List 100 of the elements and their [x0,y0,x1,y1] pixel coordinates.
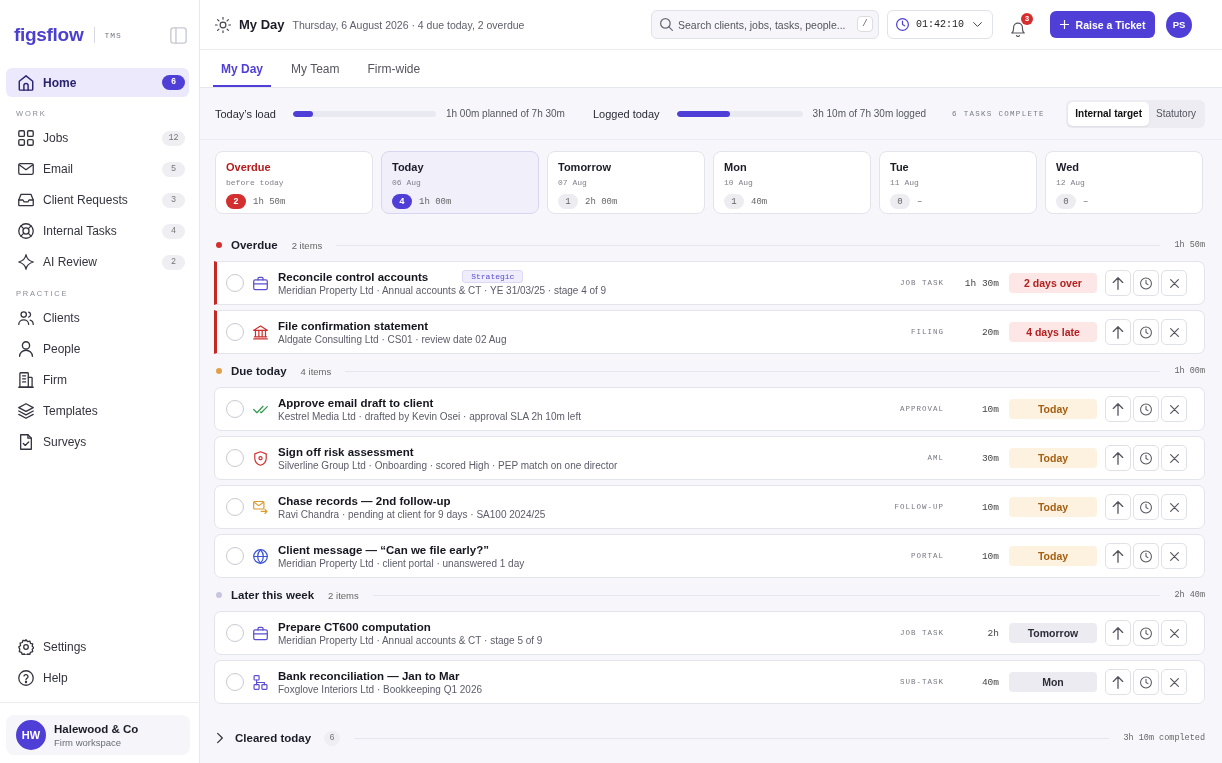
count-badge: 12 [162,130,185,146]
day-title: Overdue [226,161,271,173]
clock-button[interactable] [1133,494,1159,520]
close-button[interactable] [1161,543,1187,569]
arrow-up-button[interactable] [1105,494,1131,520]
task-duration: 10m [980,501,999,513]
nav-item[interactable]: Surveys [6,427,189,457]
arrow-up-button[interactable] [1105,620,1131,646]
tab[interactable]: My Day [213,50,272,87]
close-button[interactable] [1161,270,1187,296]
nav-item[interactable]: Internal Tasks 4 [6,216,189,246]
close-button[interactable] [1161,620,1187,646]
nav-item[interactable]: Settings [6,632,189,662]
day-card[interactable]: Tomorrow 07 Aug 1 2h 00m [547,151,705,214]
settings-icon [18,639,34,655]
nav-item[interactable]: Email 5 [6,154,189,184]
count-badge: 6 [162,75,185,90]
nav-item[interactable]: Help [6,663,189,693]
arrow-up-icon [1112,549,1124,563]
count-badge: 6 [324,730,341,746]
due-status-badge: Today [1009,546,1097,566]
building-icon [18,372,34,388]
target-option[interactable]: Internal target [1068,101,1149,126]
envelope-icon [18,161,34,177]
briefcase-icon [253,275,268,291]
sun-icon [215,16,231,33]
meter-label: Today’s load [215,107,276,120]
raise-ticket-button[interactable]: Raise a Ticket [1050,11,1155,38]
due-status-badge: 4 days late [1009,322,1097,342]
day-title: Wed [1056,161,1080,173]
section-total: 2h 40m [1174,590,1205,600]
clock-icon [1140,325,1152,339]
section-total: 1h 50m [1174,240,1205,250]
clock-icon [1140,402,1152,416]
nav-item[interactable]: Home 6 [6,68,189,97]
arrow-up-icon [1112,325,1124,339]
panel-icon [170,26,187,44]
nav-item[interactable]: Client Requests 3 [6,185,189,215]
nav-item[interactable]: Clients [6,303,189,333]
task-count-badge: 2 [226,194,246,209]
nav-item[interactable]: Jobs 12 [6,123,189,153]
arrow-up-button[interactable] [1105,669,1131,695]
timer-dropdown[interactable]: 01:42:10 [887,10,993,39]
clock-button[interactable] [1133,620,1159,646]
clock-button[interactable] [1133,319,1159,345]
logo-wordmark: figsflow [14,24,84,46]
arrow-up-button[interactable] [1105,396,1131,422]
clock-button[interactable] [1133,396,1159,422]
target-option[interactable]: Statutory [1148,101,1203,126]
day-duration: 1h 00m [419,196,452,207]
meter-reading: 1h 00m planned of 7h 30m [445,108,565,119]
day-card[interactable]: Today 06 Aug 4 1h 00m [381,151,539,214]
day-card[interactable]: Wed 12 Aug 0 – [1045,151,1203,214]
close-icon [1169,278,1179,288]
clock-button[interactable] [1133,669,1159,695]
clock-button[interactable] [1133,543,1159,569]
clock-button[interactable] [1133,445,1159,471]
document-check-icon [18,434,34,450]
product-label: TMS [104,30,122,40]
task-details: Meridian Property Ltd · client portal · unanswered 1 day [278,557,525,569]
cleared-summary: 3h 10m completed [1123,733,1205,743]
task-duration: 10m [980,403,999,415]
due-status-badge: Mon [1009,672,1097,692]
close-button[interactable] [1161,319,1187,345]
task-details: Silverline Group Ltd · Onboarding · scored High · PEP match on one director [278,459,618,471]
chevron-down-icon [973,22,982,27]
day-card[interactable]: Overdue before today 2 1h 50m [215,151,373,214]
meter-reading: 3h 10m of 7h 30m logged [812,108,927,119]
day-card[interactable]: Tue 11 Aug 0 – [879,151,1037,214]
section-total: 1h 00m [1174,366,1205,376]
close-button[interactable] [1161,669,1187,695]
clock-button[interactable] [1133,270,1159,296]
arrow-up-button[interactable] [1105,543,1131,569]
day-date: 10 Aug [724,178,753,187]
day-card[interactable]: Mon 10 Aug 1 40m [713,151,871,214]
meter-label: Logged today [592,107,660,120]
nav-item[interactable]: Templates [6,396,189,426]
workspace-card[interactable]: HW Halewood & Co Firm workspace [6,715,190,755]
close-button[interactable] [1161,445,1187,471]
cleared-section-toggle[interactable]: Cleared today [217,732,312,744]
day-duration: 2h 00m [585,196,618,207]
count-badge: 4 [162,223,185,239]
task-title: Client message — “Can we file early?” [278,543,489,556]
arrow-up-button[interactable] [1105,270,1131,296]
nav-item[interactable]: AI Review 2 [6,247,189,277]
arrow-up-button[interactable] [1105,319,1131,345]
task-duration: 10m [980,550,999,562]
sidebar-toggle-button[interactable] [170,26,187,44]
count-badge: 5 [162,161,185,177]
tab[interactable]: Firm-wide [359,50,429,87]
arrow-up-icon [1112,675,1124,689]
nav-item[interactable]: People [6,334,189,364]
shield-icon [253,450,268,466]
close-button[interactable] [1161,494,1187,520]
arrow-up-button[interactable] [1105,445,1131,471]
user-avatar[interactable]: PS [1166,11,1192,38]
nav-item[interactable]: Firm [6,365,189,395]
close-button[interactable] [1161,396,1187,422]
tab[interactable]: My Team [283,50,348,87]
arrow-up-icon [1112,626,1124,640]
